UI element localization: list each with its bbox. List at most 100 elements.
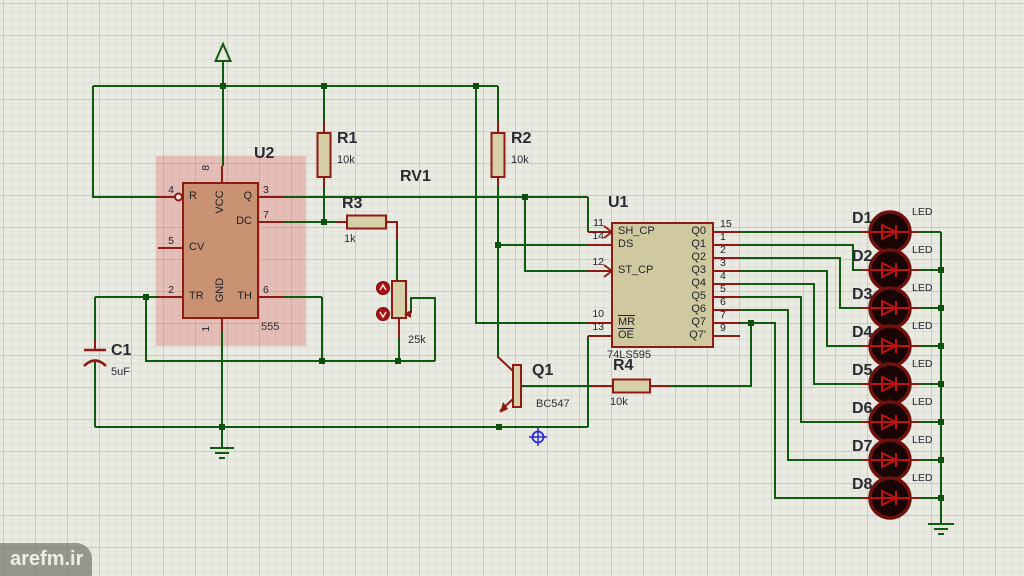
u2-pin-vcc: VCC xyxy=(214,182,226,222)
u1-pin-number: 3 xyxy=(720,258,726,270)
u1-pin-q3: Q3 xyxy=(666,264,706,276)
r3-value: 1k xyxy=(344,233,356,245)
origin-cross-icon xyxy=(529,428,547,446)
junction-dot xyxy=(938,267,944,273)
led-ref: D1 xyxy=(852,210,872,228)
watermark: arefm.ir xyxy=(0,543,92,576)
power-arrow-icon[interactable] xyxy=(216,44,231,61)
u1-pin-q5: Q5 xyxy=(666,290,706,302)
u2-pin-number: 7 xyxy=(263,210,269,222)
led-ref: D6 xyxy=(852,400,872,418)
schematic-canvas: U2 555 R CV TR Q DC TH VCC GND 4 5 2 3 7… xyxy=(0,0,1024,576)
led-type: LED xyxy=(912,283,932,295)
u1-pin-number: 9 xyxy=(720,323,726,335)
u2-pin-q: Q xyxy=(228,190,252,202)
rv1-ref: RV1 xyxy=(400,168,431,186)
led-type: LED xyxy=(912,435,932,447)
junction-dot xyxy=(473,83,479,89)
led-ref: D7 xyxy=(852,438,872,456)
u2-ref: U2 xyxy=(254,145,274,163)
q1-ref: Q1 xyxy=(532,362,553,380)
u2-pin-number: 3 xyxy=(263,185,269,197)
wire-led[interactable] xyxy=(740,297,862,422)
u1-pin-stcp: ST_CP xyxy=(618,264,653,276)
junction-dot xyxy=(938,381,944,387)
led-ref: D2 xyxy=(852,248,872,266)
u2-value: 555 xyxy=(261,321,279,333)
junction-dot xyxy=(496,424,502,430)
clock-edge-icon xyxy=(604,226,612,277)
q1-value: BC547 xyxy=(536,398,570,410)
u2-pin-number: 2 xyxy=(148,285,174,297)
junction-dot xyxy=(395,358,401,364)
junction-dot xyxy=(220,83,226,89)
u1-ref: U1 xyxy=(608,194,628,212)
inverter-bubble-icon xyxy=(175,194,182,201)
r4-value: 10k xyxy=(610,396,628,408)
r1-value: 10k xyxy=(337,154,355,166)
u1-pin-number: 10 xyxy=(578,309,604,321)
u2-pin-r: R xyxy=(189,190,197,202)
u1-pin-number: 6 xyxy=(720,297,726,309)
u1-pin-number: 14 xyxy=(578,231,604,243)
u2-pin-number: 6 xyxy=(263,285,269,297)
u1-pin-number: 4 xyxy=(720,271,726,283)
u2-pin-cv: CV xyxy=(189,241,204,253)
symbols xyxy=(529,428,547,446)
junction-dot xyxy=(321,83,327,89)
u1-pin-number: 12 xyxy=(578,257,604,269)
ground-icon[interactable] xyxy=(928,524,954,534)
u1-pin-number: 1 xyxy=(720,232,726,244)
junction-dot xyxy=(938,457,944,463)
pot-increment-button[interactable] xyxy=(377,282,390,295)
u1-pin-q6: Q6 xyxy=(666,303,706,315)
resistor-r1[interactable] xyxy=(318,133,331,177)
junction-dot xyxy=(938,419,944,425)
c1-ref: C1 xyxy=(111,342,131,360)
transistor-q1[interactable] xyxy=(513,365,521,407)
u2-pin-dc: DC xyxy=(224,215,252,227)
u1-pin-q7: Q7 xyxy=(666,316,706,328)
u1-pin-number: 15 xyxy=(720,219,732,231)
junction-dot xyxy=(522,194,528,200)
led-type: LED xyxy=(912,245,932,257)
u1-pin-mr: MR xyxy=(618,316,635,328)
u1-pin-q1: Q1 xyxy=(666,238,706,250)
u1-pin-oe: OE xyxy=(618,329,634,341)
pot-decrement-button[interactable] xyxy=(377,308,390,321)
led-ref: D4 xyxy=(852,324,872,342)
u1-pin-ds: DS xyxy=(618,238,633,250)
junction-dot xyxy=(495,242,501,248)
u1-pin-number: 13 xyxy=(578,322,604,334)
led-type: LED xyxy=(912,397,932,409)
u2-pin-number: 1 xyxy=(201,319,213,339)
rv1-value: 25k xyxy=(408,334,426,346)
led-ref: D5 xyxy=(852,362,872,380)
resistor-r3[interactable] xyxy=(347,216,386,229)
junction-dot xyxy=(319,358,325,364)
u1-pin-q7': Q7' xyxy=(666,329,706,341)
u2-pin-number: 5 xyxy=(148,236,174,248)
junction-dot xyxy=(938,343,944,349)
junction-dot xyxy=(938,495,944,501)
u2-pin-number: 4 xyxy=(148,185,174,197)
c1-value: 5uF xyxy=(111,366,130,378)
junction-dot xyxy=(938,305,944,311)
junction-dot xyxy=(748,320,754,326)
resistor-r2[interactable] xyxy=(492,133,505,177)
r2-ref: R2 xyxy=(511,130,531,148)
u1-value: 74LS595 xyxy=(607,349,651,361)
led-ref: D8 xyxy=(852,476,872,494)
potentiometer-rv1[interactable] xyxy=(392,281,406,318)
led-ref: D3 xyxy=(852,286,872,304)
r2-value: 10k xyxy=(511,154,529,166)
u1-pin-number: 2 xyxy=(720,245,726,257)
u1-pin-number: 11 xyxy=(578,218,604,230)
resistor-r4[interactable] xyxy=(613,380,650,393)
u2-pin-number: 8 xyxy=(201,158,213,178)
u1-pin-number: 5 xyxy=(720,284,726,296)
u1-pin-number: 7 xyxy=(720,310,726,322)
u1-pin-shcp: SH_CP xyxy=(618,225,655,237)
junction-dot xyxy=(321,219,327,225)
ground-icon[interactable] xyxy=(210,448,234,458)
